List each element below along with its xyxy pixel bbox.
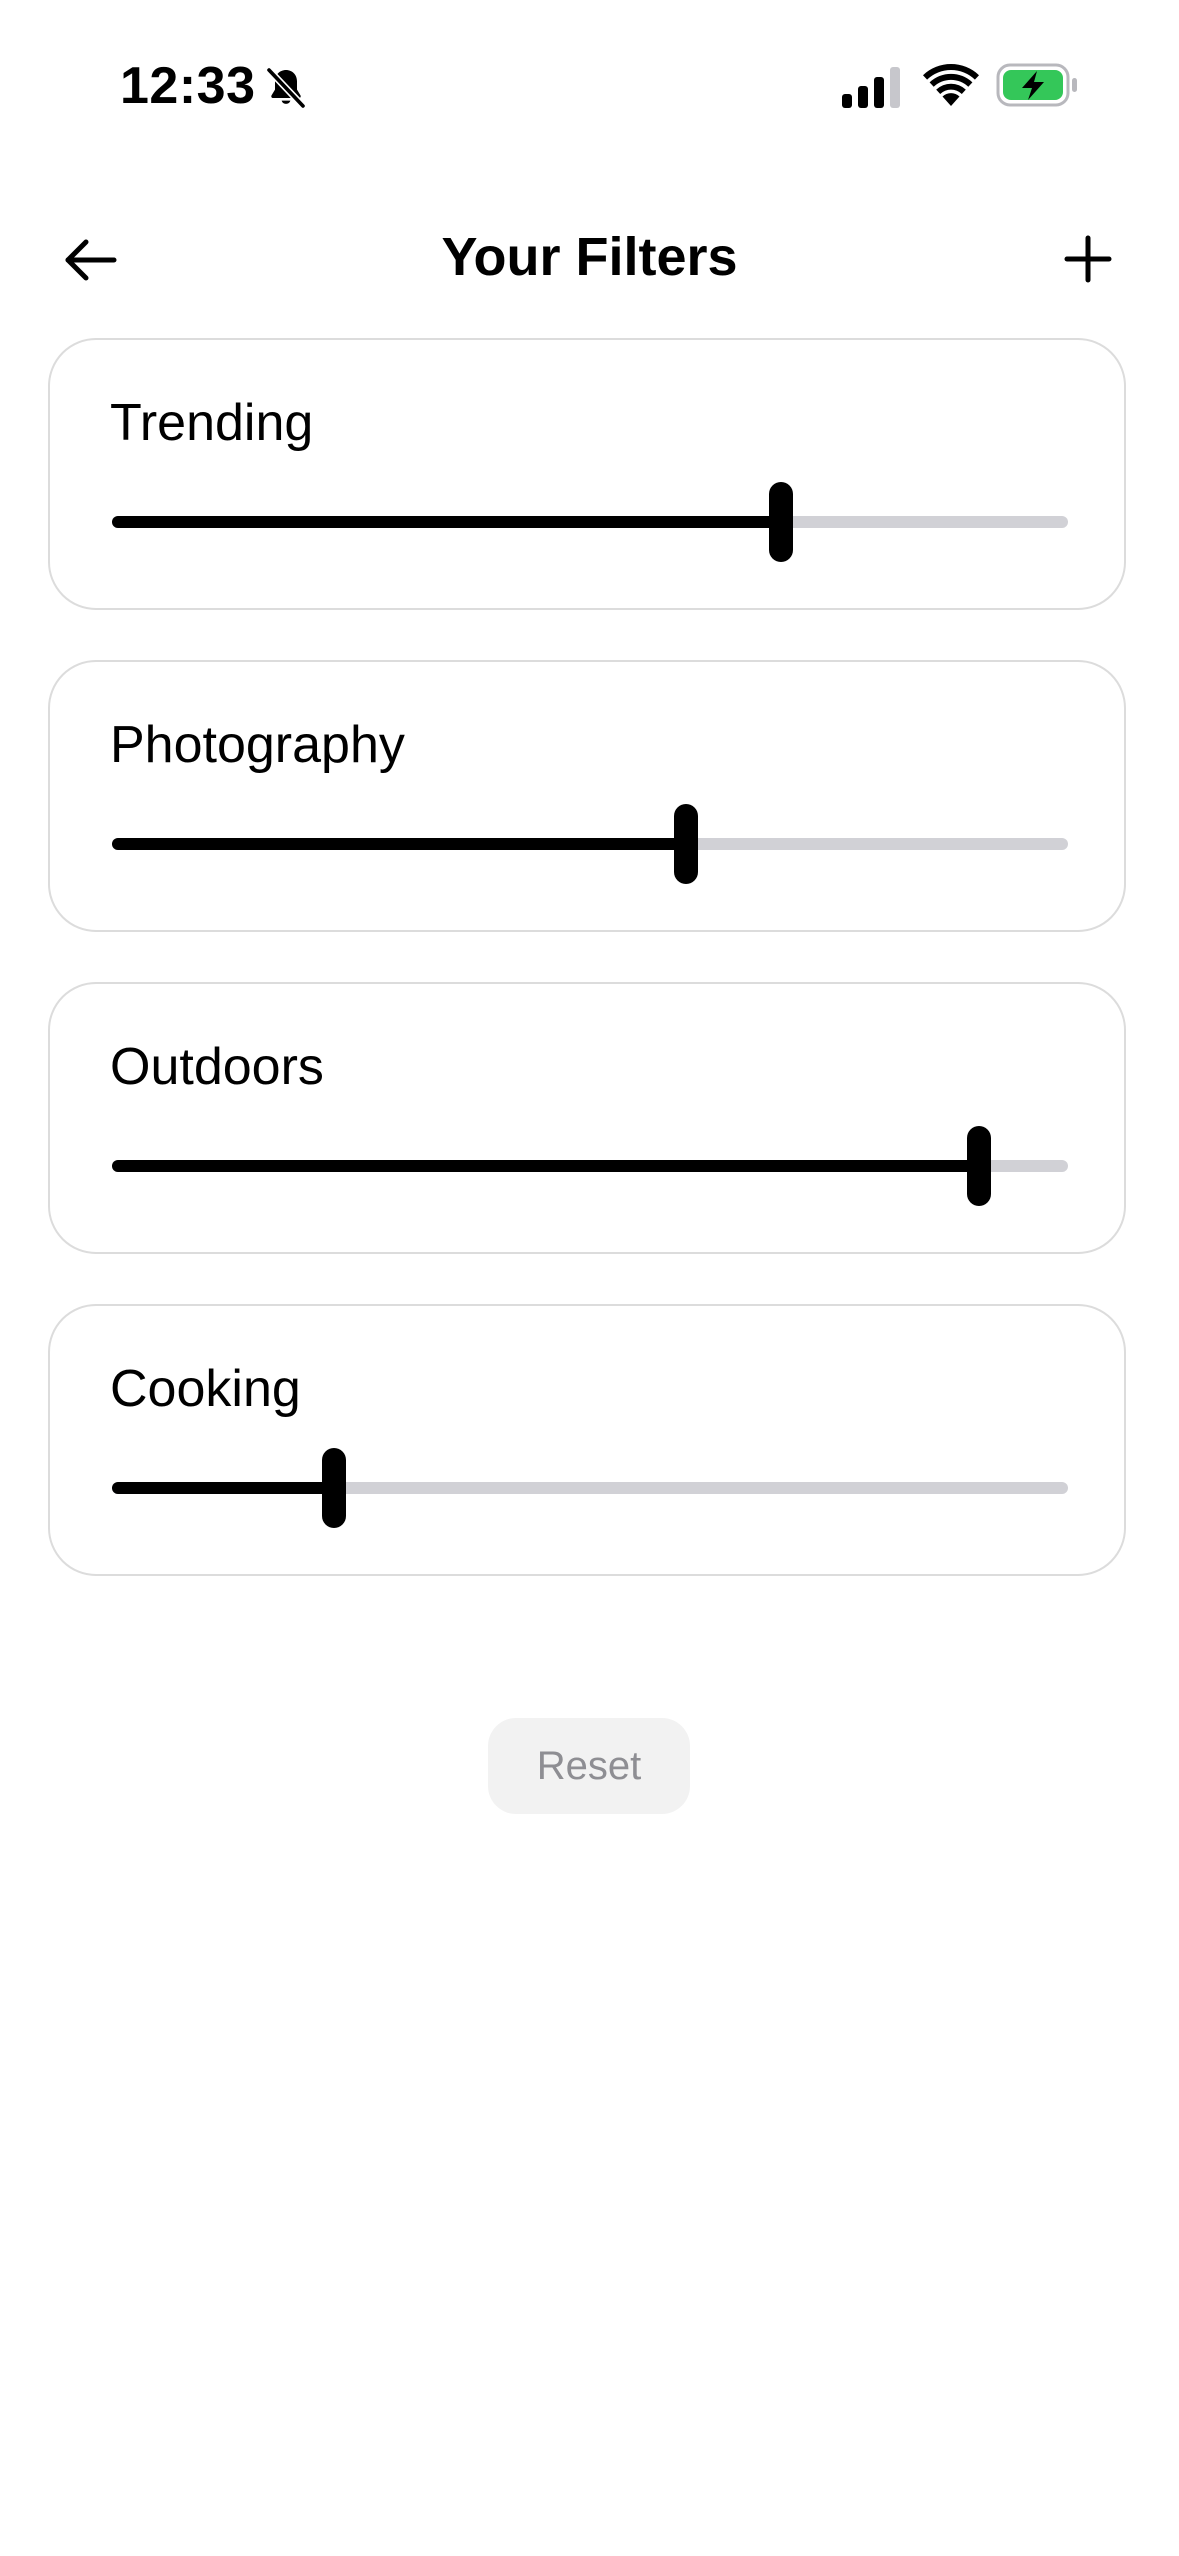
slider-thumb[interactable] — [673, 804, 698, 884]
status-bar: 12:33 — [0, 0, 1179, 150]
slider-thumb[interactable] — [769, 482, 794, 562]
filter-slider[interactable] — [112, 482, 1068, 562]
wifi-icon — [923, 63, 979, 106]
battery-charging-icon — [996, 63, 1077, 107]
filter-card-trending: Trending — [48, 338, 1126, 610]
plus-icon — [1064, 235, 1112, 283]
slider-thumb[interactable] — [321, 1448, 346, 1528]
cellular-signal-icon — [842, 67, 900, 108]
slider-fill — [112, 838, 686, 850]
status-time: 12:33 — [120, 57, 256, 115]
filter-label: Photography — [110, 716, 405, 774]
filter-list: Trending Photography Outdoors Cooking — [48, 338, 1130, 1626]
filter-slider[interactable] — [112, 1126, 1068, 1206]
add-filter-button[interactable] — [1048, 226, 1128, 292]
slider-fill — [112, 1482, 334, 1494]
slider-fill — [112, 1160, 980, 1172]
filter-card-cooking: Cooking — [48, 1304, 1126, 1576]
slider-fill — [112, 516, 782, 528]
filter-slider[interactable] — [112, 804, 1068, 884]
filter-label: Outdoors — [110, 1038, 324, 1096]
filter-label: Trending — [110, 394, 314, 452]
filter-card-photography: Photography — [48, 660, 1126, 932]
filter-card-outdoors: Outdoors — [48, 982, 1126, 1254]
bell-slash-icon — [265, 66, 307, 110]
reset-button[interactable]: Reset — [488, 1718, 690, 1814]
page-title: Your Filters — [441, 227, 738, 287]
slider-thumb[interactable] — [967, 1126, 992, 1206]
filter-slider[interactable] — [112, 1448, 1068, 1528]
filter-label: Cooking — [110, 1360, 301, 1418]
navigation-bar: Your Filters — [0, 200, 1179, 316]
